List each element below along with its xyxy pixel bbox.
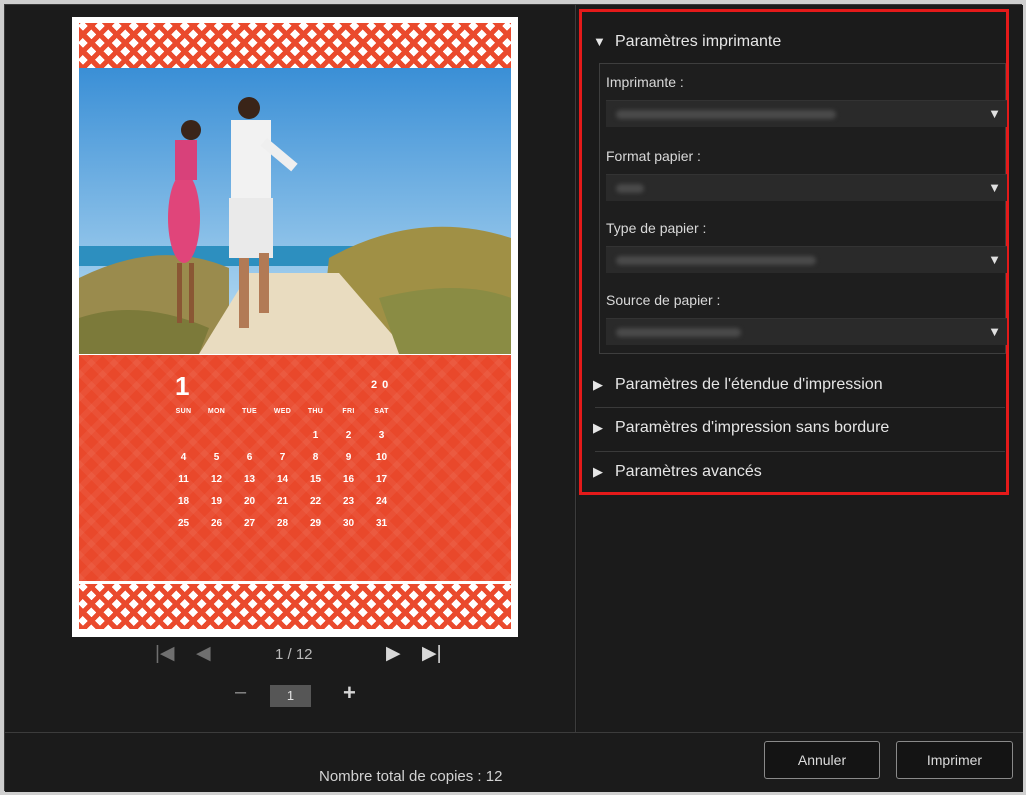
calendar-day: 31	[375, 518, 388, 529]
copies-input[interactable]: 1	[270, 685, 311, 707]
calendar-day	[200, 430, 233, 452]
print-range-header[interactable]: ▶ Paramètres de l'étendue d'impression	[593, 376, 883, 400]
borderless-header[interactable]: ▶ Paramètres d'impression sans bordure	[593, 419, 889, 443]
calendar-day: 26	[210, 518, 223, 529]
chevron-down-icon: ▼	[988, 324, 1001, 339]
calendar-day: 5	[213, 452, 220, 463]
first-page-icon[interactable]: |◀	[155, 642, 175, 665]
calendar-month: 1	[175, 371, 190, 401]
calendar-day-name: FRI	[342, 408, 355, 415]
calendar-day: 2	[345, 430, 352, 441]
calendar-day-name: SAT	[374, 408, 389, 415]
calendar-day: 15	[309, 474, 322, 485]
advanced-label: Paramètres avancés	[615, 463, 762, 480]
calendar-day: 3	[378, 430, 385, 441]
calendar-day	[266, 430, 299, 452]
paper-size-label: Format papier :	[606, 148, 701, 164]
increase-copies-button[interactable]: +	[343, 680, 356, 706]
calendar-day: 29	[309, 518, 322, 529]
divider	[595, 407, 1005, 408]
calendar-day: 10	[375, 452, 388, 463]
chevron-down-icon: ▼	[988, 106, 1001, 121]
calendar-day: 16	[342, 474, 355, 485]
calendar-day-name: TUE	[242, 408, 257, 415]
collapse-arrow-icon: ▼	[593, 34, 606, 49]
printer-settings-header[interactable]: ▼ Paramètres imprimante	[593, 33, 781, 57]
calendar-day-name: WED	[273, 408, 292, 415]
calendar-page-preview: 1 2 0 SUN MON TUE WED THU FRI SAT 1 2 3 4 5 6 7 8 9 10 11…	[72, 17, 518, 637]
settings-pane: ▼ Paramètres imprimante Imprimante : ▼ Fo…	[577, 5, 1023, 732]
dialog-footer: Nombre total de copies : 12 Annuler Impr…	[5, 732, 1023, 792]
calendar-day: 30	[342, 518, 355, 529]
preview-pane: 1 2 0 SUN MON TUE WED THU FRI SAT 1 2 3 4 5 6 7 8 9 10 11…	[5, 5, 576, 732]
borderless-label: Paramètres d'impression sans bordure	[615, 419, 890, 436]
calendar-grid: SUN MON TUE WED THU FRI SAT 1 2 3 4 5 6 7 8 9 10 11 12 13 14…	[167, 408, 398, 540]
blurred-value	[616, 110, 836, 119]
page-navigator: |◀ ◀ 1 / 12 ▶ ▶|	[5, 642, 576, 670]
calendar-day	[167, 430, 200, 452]
couple-beach-photo	[79, 68, 511, 354]
calendar-day: 14	[276, 474, 289, 485]
calendar-day: 21	[276, 496, 289, 507]
expand-arrow-icon: ▶	[593, 464, 603, 479]
calendar-day: 28	[276, 518, 289, 529]
calendar-day: 22	[309, 496, 322, 507]
previous-page-icon[interactable]: ◀	[196, 642, 211, 665]
calendar-day: 23	[342, 496, 355, 507]
paper-source-label: Source de papier :	[606, 292, 721, 308]
total-copies-text: Nombre total de copies : 12	[319, 768, 503, 785]
print-button[interactable]: Imprimer	[896, 741, 1013, 779]
calendar-day: 25	[177, 518, 190, 529]
decrease-copies-button[interactable]: –	[235, 681, 246, 704]
expand-arrow-icon: ▶	[593, 377, 603, 392]
decorative-border-bottom	[79, 584, 511, 629]
chevron-down-icon: ▼	[988, 180, 1001, 195]
divider	[595, 451, 1005, 452]
last-page-icon[interactable]: ▶|	[422, 642, 442, 665]
copies-stepper: – 1 +	[5, 680, 576, 711]
expand-arrow-icon: ▶	[593, 420, 603, 435]
printer-label: Imprimante :	[606, 74, 684, 90]
calendar-day: 4	[180, 452, 187, 463]
blurred-value	[616, 256, 816, 265]
calendar-day: 8	[312, 452, 319, 463]
calendar-day: 7	[279, 452, 286, 463]
decorative-border-top	[79, 23, 511, 68]
calendar-day: 12	[210, 474, 223, 485]
calendar-day-name: SUN	[175, 408, 192, 415]
printer-settings-panel: Imprimante : ▼ Format papier : ▼ Type de…	[599, 63, 1007, 354]
next-page-icon[interactable]: ▶	[386, 642, 401, 665]
calendar-day: 24	[375, 496, 388, 507]
calendar-block: 1 2 0 SUN MON TUE WED THU FRI SAT 1 2 3 4 5 6 7 8 9 10 11…	[79, 355, 511, 581]
cancel-button[interactable]: Annuler	[764, 741, 880, 779]
calendar-day: 20	[243, 496, 256, 507]
calendar-day: 18	[177, 496, 190, 507]
calendar-day-name: THU	[307, 408, 324, 415]
advanced-header[interactable]: ▶ Paramètres avancés	[593, 463, 762, 487]
calendar-day-name: MON	[207, 408, 226, 415]
print-dialog: 1 2 0 SUN MON TUE WED THU FRI SAT 1 2 3 4 5 6 7 8 9 10 11…	[4, 4, 1023, 792]
calendar-day: 9	[345, 452, 352, 463]
calendar-day: 6	[246, 452, 253, 463]
calendar-year: 2 0	[371, 379, 390, 391]
paper-source-select[interactable]: ▼	[606, 318, 1007, 345]
blurred-value	[616, 184, 644, 193]
calendar-day: 27	[243, 518, 256, 529]
printer-settings-label: Paramètres imprimante	[615, 33, 782, 50]
paper-size-select[interactable]: ▼	[606, 174, 1007, 201]
calendar-day: 19	[210, 496, 223, 507]
media-type-label: Type de papier :	[606, 220, 707, 236]
media-type-select[interactable]: ▼	[606, 246, 1007, 273]
calendar-day: 1	[312, 430, 319, 441]
calendar-day	[233, 430, 266, 452]
calendar-day: 11	[178, 474, 189, 485]
calendar-day: 17	[375, 474, 388, 485]
blurred-value	[616, 328, 741, 337]
calendar-day: 13	[243, 474, 256, 485]
print-range-label: Paramètres de l'étendue d'impression	[615, 376, 883, 393]
chevron-down-icon: ▼	[988, 252, 1001, 267]
printer-select[interactable]: ▼	[606, 100, 1007, 127]
page-indicator: 1 / 12	[275, 646, 313, 663]
